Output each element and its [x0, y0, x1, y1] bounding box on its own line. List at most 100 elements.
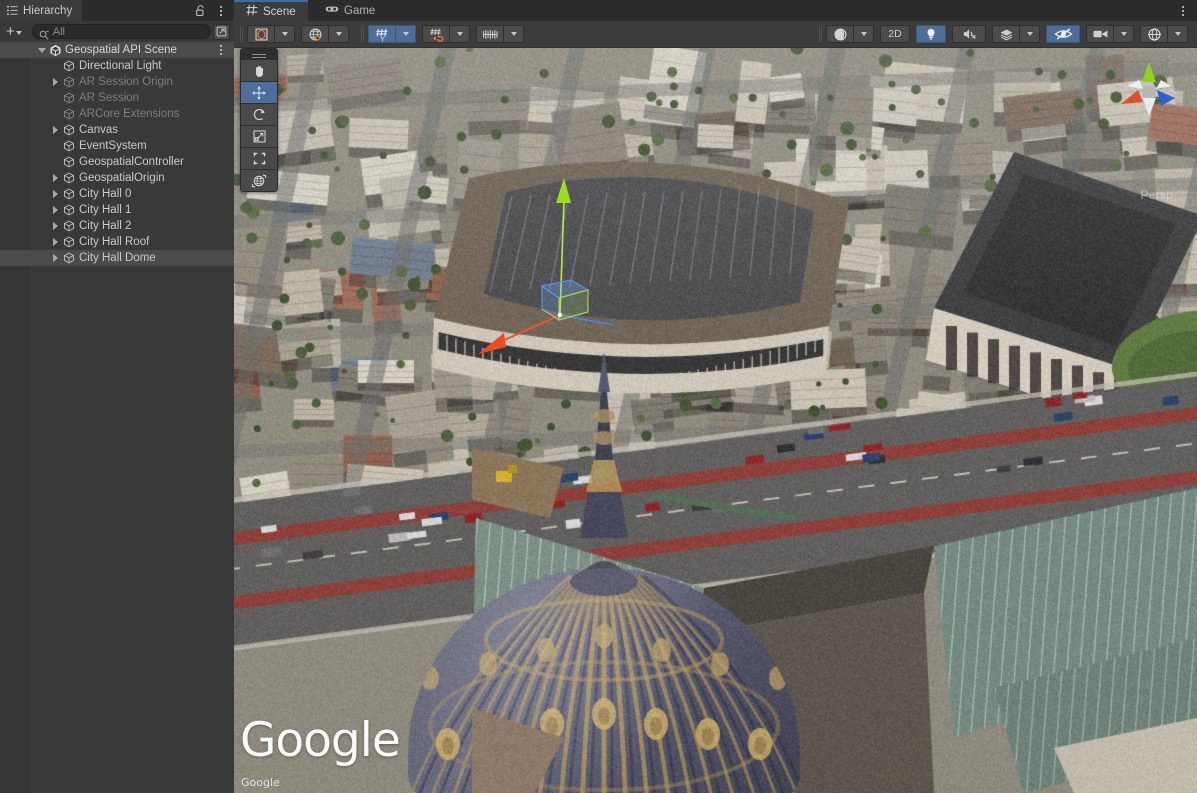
foldout-closed-icon[interactable]: [49, 218, 62, 234]
search-icon: [39, 27, 49, 37]
gameobject-icon: [62, 186, 76, 202]
add-gameobject-label: +: [6, 25, 15, 38]
hierarchy-item-row[interactable]: City Hall 0: [0, 186, 234, 202]
hierarchy-kebab-menu-icon[interactable]: [215, 3, 227, 18]
scene-grid-icon: [246, 4, 258, 19]
tab-hierarchy[interactable]: Hierarchy: [0, 0, 82, 21]
toolbar-separator-2: [361, 27, 362, 42]
hierarchy-tree[interactable]: Geospatial API Scene Directional Light AR …: [0, 42, 234, 793]
hierarchy-panel: Hierarchy +: [0, 0, 234, 793]
foldout-closed-icon[interactable]: [49, 74, 62, 90]
hierarchy-item-label: City Hall Roof: [79, 236, 149, 248]
hierarchy-item-label: Directional Light: [79, 60, 161, 72]
grid-visibility-dropdown[interactable]: [396, 25, 416, 43]
hierarchy-item-label: AR Session Origin: [79, 76, 173, 88]
gameobject-icon: [62, 122, 76, 138]
gizmos-dropdown[interactable]: [1168, 25, 1188, 43]
scene-visibility-group: [1046, 25, 1080, 43]
hierarchy-item-row[interactable]: City Hall Dome: [0, 250, 234, 266]
foldout-open-icon[interactable]: [35, 42, 48, 58]
draw-mode-dropdown[interactable]: [854, 25, 874, 43]
gameobject-icon: [62, 138, 76, 154]
scene-fx-dropdown[interactable]: [1020, 25, 1040, 43]
foldout-spacer: [49, 106, 62, 122]
2d-toggle-label: 2D: [888, 28, 901, 40]
lock-open-icon[interactable]: [194, 4, 207, 17]
hierarchy-item-label: AR Session: [79, 92, 139, 104]
palette-drag-handle[interactable]: [241, 49, 277, 59]
rotate-icon: [252, 107, 267, 122]
grid-snap-button[interactable]: [422, 25, 450, 43]
2d-toggle-button[interactable]: 2D: [880, 25, 910, 43]
gameobject-icon: [62, 250, 76, 266]
move-icon: [251, 85, 267, 101]
hierarchy-item-row[interactable]: ARCore Extensions: [0, 106, 234, 122]
scale-tool-button[interactable]: [241, 125, 277, 147]
pivot-mode-dropdown[interactable]: [275, 25, 295, 43]
projection-mode-label[interactable]: Persp: [1141, 188, 1173, 202]
rotate-tool-button[interactable]: [241, 103, 277, 125]
speaker-mute-button[interactable]: [952, 25, 986, 43]
scene-lighting-group: [916, 25, 946, 43]
scene-row-kebab-menu-icon[interactable]: [215, 43, 227, 57]
lightbulb-button[interactable]: [916, 25, 946, 43]
move-tool-button[interactable]: [241, 81, 277, 103]
rect-tool-button[interactable]: [241, 147, 277, 169]
foldout-closed-icon[interactable]: [49, 234, 62, 250]
hierarchy-item-row[interactable]: Directional Light: [0, 58, 234, 74]
search-field[interactable]: [32, 24, 211, 39]
ruler-button[interactable]: [476, 25, 504, 43]
tab-scene[interactable]: Scene: [234, 0, 308, 21]
gameobject-icon: [62, 234, 76, 250]
gizmos-globe-button[interactable]: [1140, 25, 1168, 43]
foldout-closed-icon[interactable]: [49, 250, 62, 266]
hierarchy-item-row[interactable]: AR Session Origin: [0, 74, 234, 90]
eye-off-button[interactable]: [1046, 25, 1080, 43]
foldout-spacer: [49, 154, 62, 170]
foldout-closed-icon[interactable]: [49, 170, 62, 186]
hierarchy-item-row[interactable]: EventSystem: [0, 138, 234, 154]
hierarchy-scene-row[interactable]: Geospatial API Scene: [0, 42, 234, 58]
view-tool-button[interactable]: [241, 59, 277, 81]
open-in-new-window-icon[interactable]: [213, 24, 230, 40]
effects-button[interactable]: [992, 25, 1020, 43]
foldout-closed-icon[interactable]: [49, 122, 62, 138]
gizmos-group: [1140, 25, 1188, 43]
tab-game[interactable]: Game: [313, 0, 387, 21]
hierarchy-item-row[interactable]: City Hall 1: [0, 202, 234, 218]
scene-camera-group: [1086, 25, 1134, 43]
increment-snap-group: [476, 25, 524, 43]
scene-kebab-menu-icon[interactable]: [1177, 3, 1189, 18]
scene-camera-dropdown[interactable]: [1114, 25, 1134, 43]
hand-icon: [252, 64, 266, 78]
foldout-spacer: [49, 90, 62, 106]
pivot-center-button[interactable]: [247, 25, 275, 43]
gizmo-y-axis-label: Y: [1145, 102, 1151, 112]
global-handle-button[interactable]: [301, 25, 329, 43]
move-handle-gizmo[interactable]: [470, 170, 640, 360]
scene-viewport[interactable]: Y Persp Google Google: [234, 48, 1197, 793]
camera-button[interactable]: [1086, 25, 1114, 43]
grid-axis-y-button[interactable]: Y: [368, 25, 396, 43]
scene-audio-group: [952, 25, 986, 43]
search-input[interactable]: [53, 26, 210, 38]
gameobject-icon: [62, 154, 76, 170]
handle-space-dropdown[interactable]: [329, 25, 349, 43]
hierarchy-item-row[interactable]: GeospatialOrigin: [0, 170, 234, 186]
foldout-closed-icon[interactable]: [49, 202, 62, 218]
shaded-sphere-button[interactable]: [826, 25, 854, 43]
increment-snap-dropdown[interactable]: [504, 25, 524, 43]
hierarchy-item-row[interactable]: City Hall Roof: [0, 234, 234, 250]
transform-tool-button[interactable]: [241, 169, 277, 191]
hierarchy-item-row[interactable]: City Hall 2: [0, 218, 234, 234]
foldout-closed-icon[interactable]: [49, 186, 62, 202]
hierarchy-item-label: Canvas: [79, 124, 118, 136]
hierarchy-item-row[interactable]: GeospatialController: [0, 154, 234, 170]
aerial-3d-photogrammetry-view[interactable]: [234, 48, 1197, 793]
gameobject-icon: [62, 90, 76, 106]
hierarchy-item-row[interactable]: Canvas: [0, 122, 234, 138]
grid-snapping-dropdown[interactable]: [450, 25, 470, 43]
hierarchy-item-row[interactable]: AR Session: [0, 90, 234, 106]
hierarchy-item-label: ARCore Extensions: [79, 108, 179, 120]
add-gameobject-button[interactable]: +: [4, 24, 24, 40]
